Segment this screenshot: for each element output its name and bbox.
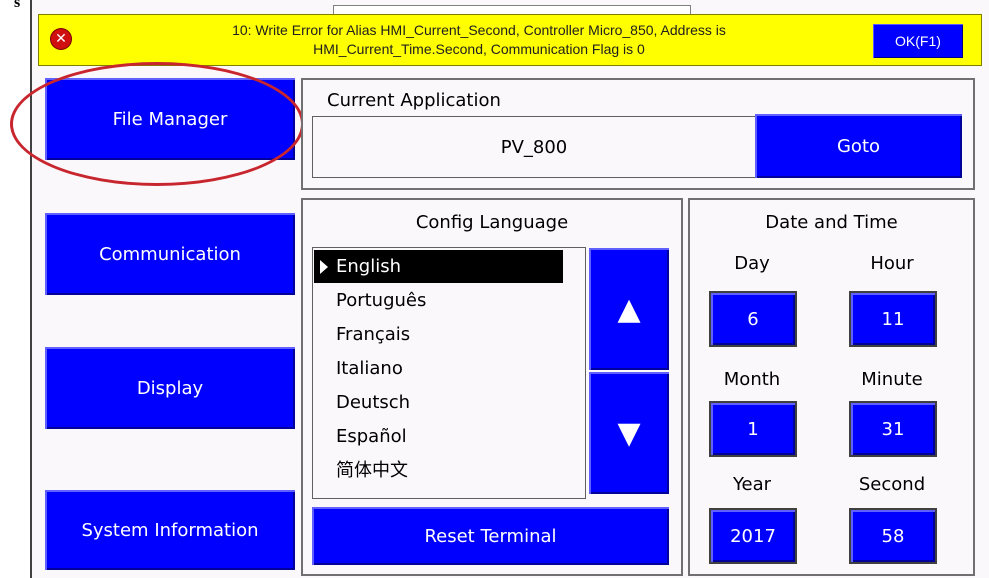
up-arrow-icon: ▲ bbox=[617, 291, 641, 327]
reset-terminal-button[interactable]: Reset Terminal bbox=[312, 507, 669, 565]
minute-field[interactable]: 31 bbox=[849, 401, 937, 457]
selection-arrow-icon bbox=[320, 260, 328, 274]
language-item-portugues[interactable]: Português bbox=[314, 284, 563, 317]
minute-label: Minute bbox=[861, 369, 923, 390]
hour-label: Hour bbox=[870, 253, 914, 274]
error-message-line1: 10: Write Error for Alias HMI_Current_Se… bbox=[232, 22, 726, 38]
config-language-title: Config Language bbox=[415, 212, 569, 233]
second-field[interactable]: 58 bbox=[849, 508, 937, 564]
file-manager-button[interactable]: File Manager bbox=[45, 78, 295, 160]
error-message-line2: HMI_Current_Time.Second, Communication F… bbox=[313, 41, 645, 57]
goto-button[interactable]: Goto bbox=[755, 114, 962, 178]
error-banner: ✕ 10: Write Error for Alias HMI_Current_… bbox=[38, 14, 982, 66]
language-item-francais[interactable]: Français bbox=[314, 318, 563, 351]
error-message: 10: Write Error for Alias HMI_Current_Se… bbox=[99, 21, 859, 59]
language-item-english[interactable]: English bbox=[314, 250, 563, 283]
down-arrow-icon: ▼ bbox=[617, 415, 641, 451]
language-item-deutsch[interactable]: Deutsch bbox=[314, 386, 563, 419]
current-application-value: PV_800 bbox=[312, 116, 756, 178]
system-information-button[interactable]: System Information bbox=[45, 490, 295, 570]
year-label: Year bbox=[732, 474, 772, 495]
display-button[interactable]: Display bbox=[45, 347, 295, 429]
language-item-chinese[interactable]: 简体中文 bbox=[314, 454, 563, 487]
hour-field[interactable]: 11 bbox=[849, 291, 937, 347]
date-time-title: Date and Time bbox=[765, 212, 898, 233]
ok-f1-button[interactable]: OK(F1) bbox=[873, 24, 963, 58]
language-item-label: English bbox=[336, 256, 401, 277]
day-label: Day bbox=[734, 253, 770, 274]
year-field[interactable]: 2017 bbox=[709, 508, 797, 564]
second-label: Second bbox=[858, 474, 926, 495]
communication-button[interactable]: Communication bbox=[45, 213, 295, 295]
current-application-title: Current Application bbox=[327, 90, 501, 111]
error-x-icon: ✕ bbox=[51, 29, 71, 49]
month-field[interactable]: 1 bbox=[709, 401, 797, 457]
scroll-up-button[interactable]: ▲ bbox=[589, 248, 669, 370]
corner-mark: s bbox=[14, 0, 21, 11]
day-field[interactable]: 6 bbox=[709, 291, 797, 347]
language-list[interactable]: English Português Français Italiano Deut… bbox=[312, 247, 586, 499]
language-item-italiano[interactable]: Italiano bbox=[314, 352, 563, 385]
month-label: Month bbox=[723, 369, 781, 390]
language-item-espanol[interactable]: Español bbox=[314, 420, 563, 453]
scroll-down-button[interactable]: ▼ bbox=[589, 372, 669, 494]
